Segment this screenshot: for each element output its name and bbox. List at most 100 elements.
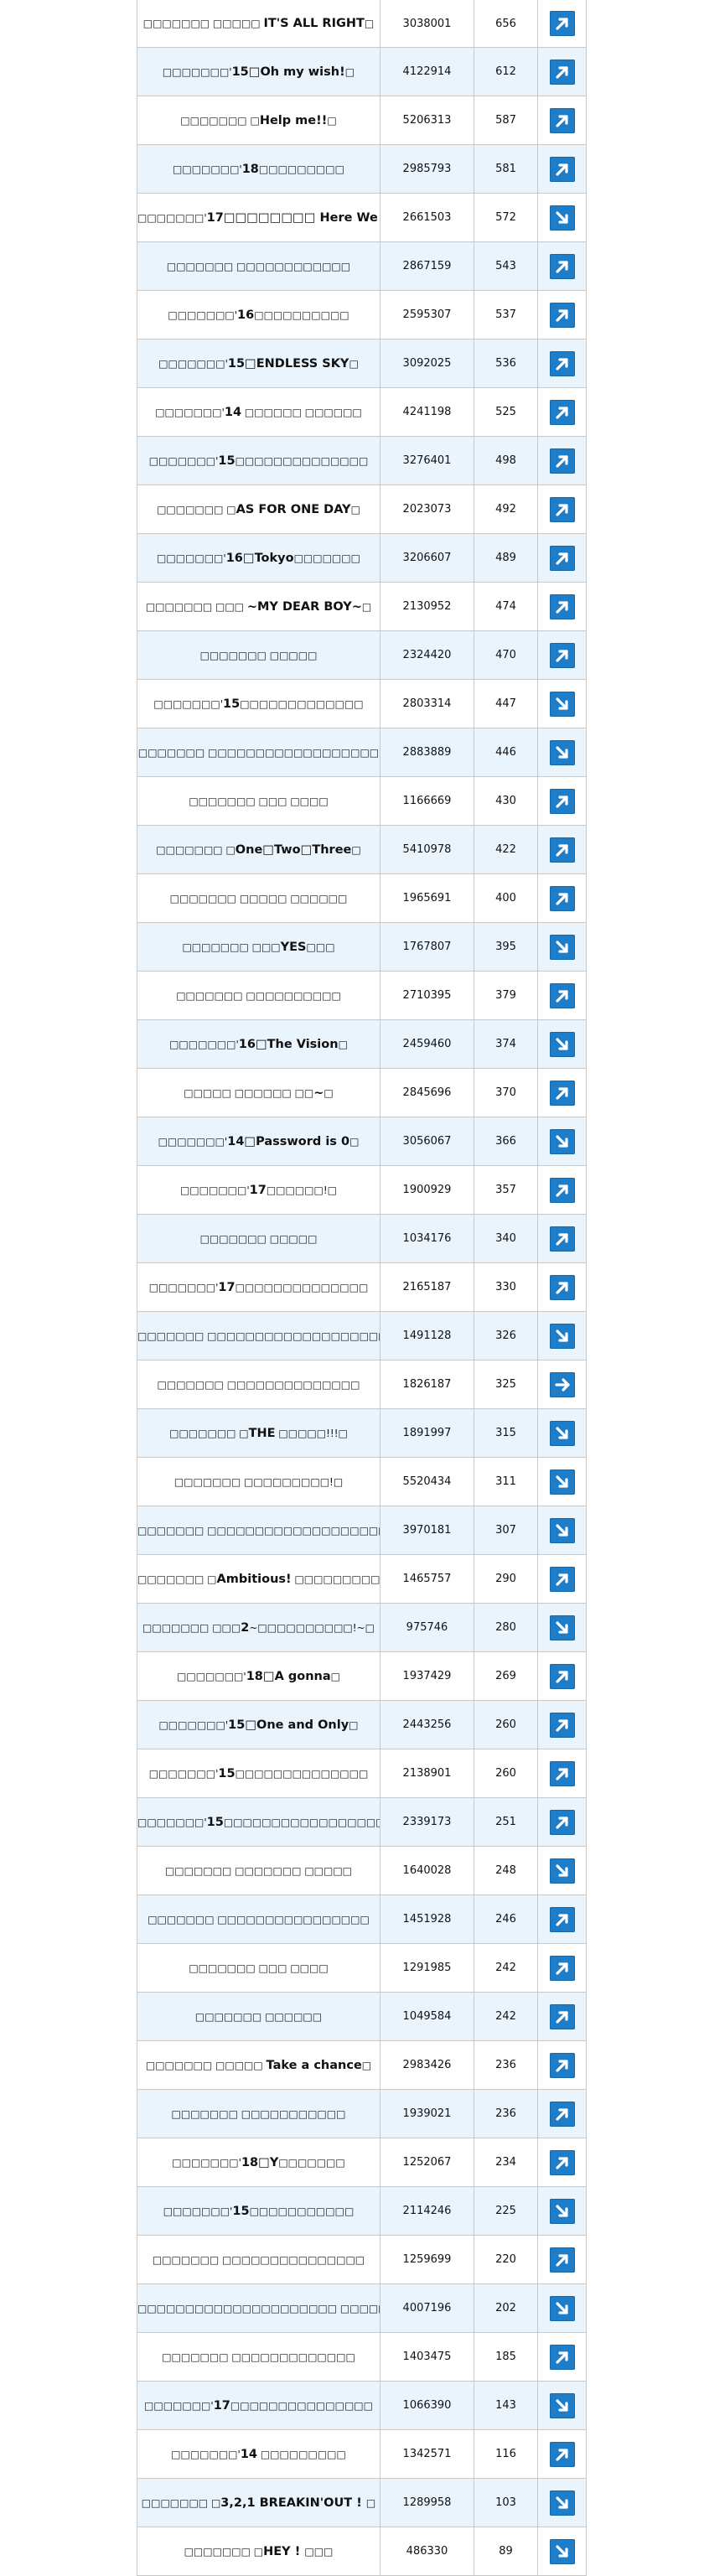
trend-button-arrow-up-right[interactable] (549, 1809, 575, 1835)
trend-button-arrow-up-right[interactable] (549, 1906, 575, 1932)
trend-button-arrow-down-right[interactable] (549, 2392, 575, 2418)
arrow-up-right-icon (555, 2059, 568, 2072)
ranking-table-body: □□□□□□□ □□□□□ IT'S ALL RIGHT□ 3038001 65… (137, 0, 587, 2576)
action-cell (537, 485, 587, 534)
trend-button-arrow-up-right[interactable] (549, 399, 575, 425)
trend-button-arrow-down-right[interactable] (549, 2198, 575, 2224)
trend-button-arrow-up-right[interactable] (549, 1274, 575, 1300)
action-cell (537, 2478, 587, 2527)
trend-button-arrow-up-right[interactable] (549, 1177, 575, 1203)
song-title-suffix: □□□□□□□□□□□□□□ (235, 1767, 369, 1780)
count-cell: 5410978 (380, 825, 474, 874)
trend-button-arrow-up-right[interactable] (549, 2247, 575, 2273)
song-title-cell: □□□□□□□ □□□ □□□□ (137, 1943, 380, 1993)
trend-button-arrow-up-right[interactable] (549, 253, 575, 279)
trend-button-arrow-up-right[interactable] (549, 982, 575, 1008)
trend-button-arrow-up-right[interactable] (549, 788, 575, 814)
arrow-up-right-icon (555, 454, 568, 468)
trend-button-arrow-up-right[interactable] (549, 642, 575, 668)
song-title-prefix: □□□□□□□ □□□ □□□□ (189, 1962, 329, 1974)
count-cell: 2985793 (380, 144, 474, 194)
table-row: □□□□□□□'17□□□□□□□□□□□□□□ 2165187 330 (137, 1262, 587, 1312)
song-title-cell: □□□□□□□ □□□□□□ (137, 1992, 380, 2041)
song-title-cell: □□□□□□□'17□□□□□□□□□□□□□□ (137, 1262, 380, 1312)
trend-button-arrow-up-right[interactable] (549, 448, 575, 474)
trend-button-arrow-down-right[interactable] (549, 1128, 575, 1154)
score-cell: 612 (474, 47, 538, 96)
arrow-down-right-icon (555, 1134, 568, 1148)
count-cell: 1939021 (380, 2089, 474, 2138)
arrow-up-right-icon (555, 1718, 568, 1732)
trend-button-arrow-down-right[interactable] (549, 1517, 575, 1543)
trend-button-arrow-down-right[interactable] (549, 691, 575, 717)
trend-button-arrow-up-right[interactable] (549, 885, 575, 911)
count-cell: 1767807 (380, 922, 474, 972)
trend-button-arrow-down-right[interactable] (549, 1031, 575, 1057)
trend-button-arrow-down-right[interactable] (549, 1323, 575, 1349)
trend-button-arrow-up-right[interactable] (549, 350, 575, 376)
trend-button-arrow-up-right[interactable] (549, 59, 575, 85)
trend-button-arrow-up-right[interactable] (549, 1566, 575, 1592)
trend-button-arrow-up-right[interactable] (549, 156, 575, 182)
song-title-prefix: □□□□□□□ □□□□□□□□□!□ (173, 1475, 344, 1488)
song-title-cell: □□□□□□□ □AS FOR ONE DAY□ (137, 485, 380, 534)
trend-button-arrow-up-right[interactable] (549, 1226, 575, 1252)
trend-button-arrow-up-right[interactable] (549, 11, 575, 36)
trend-button-arrow-up-right[interactable] (549, 2344, 575, 2370)
song-title-emphasis: IT'S ALL RIGHT (263, 17, 365, 30)
trend-button-arrow-down-right[interactable] (549, 205, 575, 231)
trend-button-arrow-up-right[interactable] (549, 2149, 575, 2175)
trend-button-arrow-up-right[interactable] (549, 2003, 575, 2029)
trend-button-arrow-down-right[interactable] (549, 1420, 575, 1446)
score-cell: 89 (474, 2527, 538, 2576)
trend-button-arrow-up-right[interactable] (549, 837, 575, 863)
trend-button-arrow-down-right[interactable] (549, 2295, 575, 2321)
score-cell: 492 (474, 485, 538, 534)
song-title-prefix: □□□□□□□' (148, 1281, 219, 1293)
trend-button-arrow-up-right[interactable] (549, 2101, 575, 2127)
trend-button-arrow-down-right[interactable] (549, 1858, 575, 1884)
table-row: □□□□□□□ □AS FOR ONE DAY□ 2023073 492 (137, 485, 587, 534)
trend-button-arrow-up-right[interactable] (549, 593, 575, 619)
action-cell (537, 1262, 587, 1312)
trend-button-arrow-up-right[interactable] (549, 1080, 575, 1106)
trend-button-arrow-up-right[interactable] (549, 107, 575, 133)
trend-button-arrow-down-right[interactable] (549, 2490, 575, 2516)
trend-button-arrow-right[interactable] (549, 1371, 575, 1397)
trend-button-arrow-up-right[interactable] (549, 496, 575, 522)
trend-button-arrow-up-right[interactable] (549, 545, 575, 571)
trend-button-arrow-down-right[interactable] (549, 934, 575, 960)
trend-button-arrow-up-right[interactable] (549, 2441, 575, 2467)
count-cell: 1049584 (380, 1992, 474, 2041)
song-title-emphasis: One□Two□Three (235, 842, 352, 857)
score-cell: 236 (474, 2089, 538, 2138)
trend-button-arrow-up-right[interactable] (549, 1760, 575, 1786)
trend-button-arrow-up-right[interactable] (549, 1712, 575, 1738)
song-title-cell: □□□□□□□ □□□□□□□□□□□□□□□ (137, 2235, 380, 2284)
trend-button-arrow-up-right[interactable] (549, 1663, 575, 1689)
trend-button-arrow-down-right[interactable] (549, 1469, 575, 1495)
count-cell: 2845696 (380, 1068, 474, 1117)
action-cell (537, 2527, 587, 2576)
trend-button-arrow-down-right[interactable] (549, 1615, 575, 1640)
count-cell: 2339173 (380, 1797, 474, 1847)
action-cell (537, 1360, 587, 1409)
table-row: □□□□□□□ □□□ □□□□ 1166669 430 (137, 776, 587, 826)
song-title-prefix: □□□□□□□' (148, 1767, 219, 1780)
song-title-suffix: ~□□□□□□□□□□!~□ (249, 1621, 375, 1634)
action-cell (537, 193, 587, 242)
song-title-emphasis: Ambitious! (216, 1572, 292, 1586)
score-cell: 543 (474, 241, 538, 291)
trend-button-arrow-up-right[interactable] (549, 302, 575, 328)
song-title-suffix: □□□□□□□□□□□□□□□ (230, 2399, 373, 2412)
song-title-emphasis: AS FOR ONE DAY (236, 502, 351, 516)
table-row: □□□□□ □□□□□□ □□~□ 2845696 370 (137, 1068, 587, 1117)
trend-button-arrow-down-right[interactable] (549, 739, 575, 765)
trend-button-arrow-up-right[interactable] (549, 1955, 575, 1981)
song-title-cell: □□□□□□□'14 □□□□□□ □□□□□□ (137, 387, 380, 437)
score-cell: 242 (474, 1943, 538, 1993)
action-cell (537, 2429, 587, 2479)
trend-button-arrow-down-right[interactable] (549, 2538, 575, 2564)
table-row: □□□□□□□'14□Password is 0□ 3056067 366 (137, 1117, 587, 1166)
trend-button-arrow-up-right[interactable] (549, 2052, 575, 2078)
